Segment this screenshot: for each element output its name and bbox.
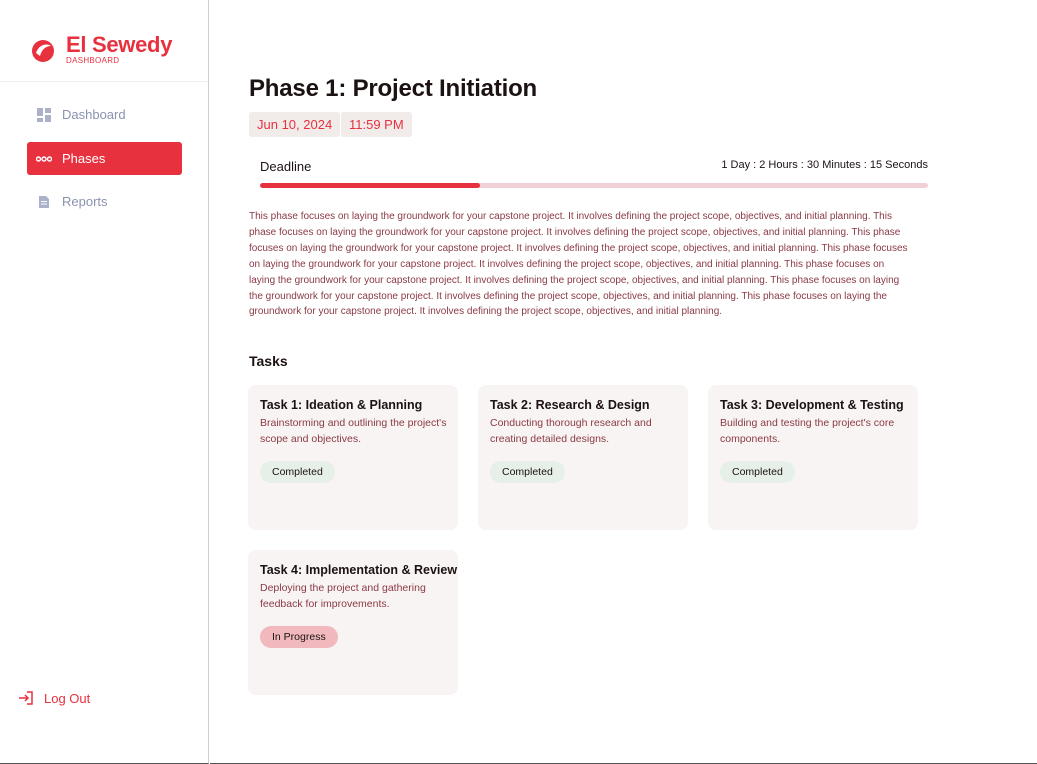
deadline-progress-fill (260, 183, 481, 188)
status-badge: Completed (720, 461, 795, 483)
brand-logo-icon (32, 40, 54, 62)
sidebar: El Sewedy DASHBOARD Dashboard Phases Rep… (0, 0, 209, 764)
dashboard-grid-icon (36, 107, 52, 123)
task-card[interactable]: Task 1: Ideation & Planning Brainstormin… (248, 385, 458, 530)
brand-name: El Sewedy (66, 32, 173, 57)
status-badge: In Progress (260, 626, 338, 648)
deadline-time-chip: 11:59 PM (341, 112, 412, 137)
deadline-progress-bar (260, 183, 928, 188)
deadline-label: Deadline (260, 159, 312, 174)
deadline-countdown: 1 Day : 2 Hours : 30 Minutes : 15 Second… (721, 159, 928, 171)
tasks-heading: Tasks (249, 353, 288, 369)
sidebar-divider (0, 81, 208, 82)
logout-button[interactable]: Log Out (18, 690, 90, 706)
sidebar-item-label: Dashboard (62, 107, 126, 122)
phases-dots-icon (36, 151, 52, 167)
sidebar-item-reports[interactable]: Reports (27, 185, 182, 218)
phase-description: This phase focuses on laying the groundw… (249, 211, 908, 318)
status-badge: Completed (490, 461, 565, 483)
main-content: Phase 1: Project Initiation Jun 10, 2024… (210, 0, 1037, 764)
brand-logo[interactable]: El Sewedy DASHBOARD (30, 34, 172, 74)
task-card[interactable]: Task 3: Development & Testing Building a… (708, 385, 918, 530)
task-card[interactable]: Task 2: Research & Design Conducting tho… (478, 385, 688, 530)
task-description: Brainstorming and outlining the project'… (260, 417, 447, 445)
task-title: Task 1: Ideation & Planning (260, 398, 423, 412)
status-badge: Completed (260, 461, 335, 483)
deadline-date-chip: Jun 10, 2024 (249, 112, 341, 137)
sidebar-item-dashboard[interactable]: Dashboard (27, 98, 182, 131)
brand-subtitle: DASHBOARD (66, 56, 120, 65)
document-icon (36, 194, 52, 210)
sidebar-item-phases[interactable]: Phases (27, 142, 182, 175)
task-card[interactable]: Task 4: Implementation & Review Deployin… (248, 550, 458, 695)
task-title: Task 4: Implementation & Review (260, 563, 458, 577)
sidebar-item-label: Reports (62, 194, 108, 209)
task-title: Task 2: Research & Design (490, 398, 650, 412)
task-description: Building and testing the project's core … (720, 417, 895, 445)
task-description: Deploying the project and gathering feed… (260, 582, 426, 610)
sidebar-item-label: Phases (62, 151, 106, 166)
logout-icon (19, 691, 33, 705)
page-title: Phase 1: Project Initiation (249, 75, 538, 102)
task-title: Task 3: Development & Testing (720, 398, 904, 412)
task-description: Conducting thorough research and creatin… (490, 417, 652, 445)
logout-label: Log Out (44, 690, 91, 706)
